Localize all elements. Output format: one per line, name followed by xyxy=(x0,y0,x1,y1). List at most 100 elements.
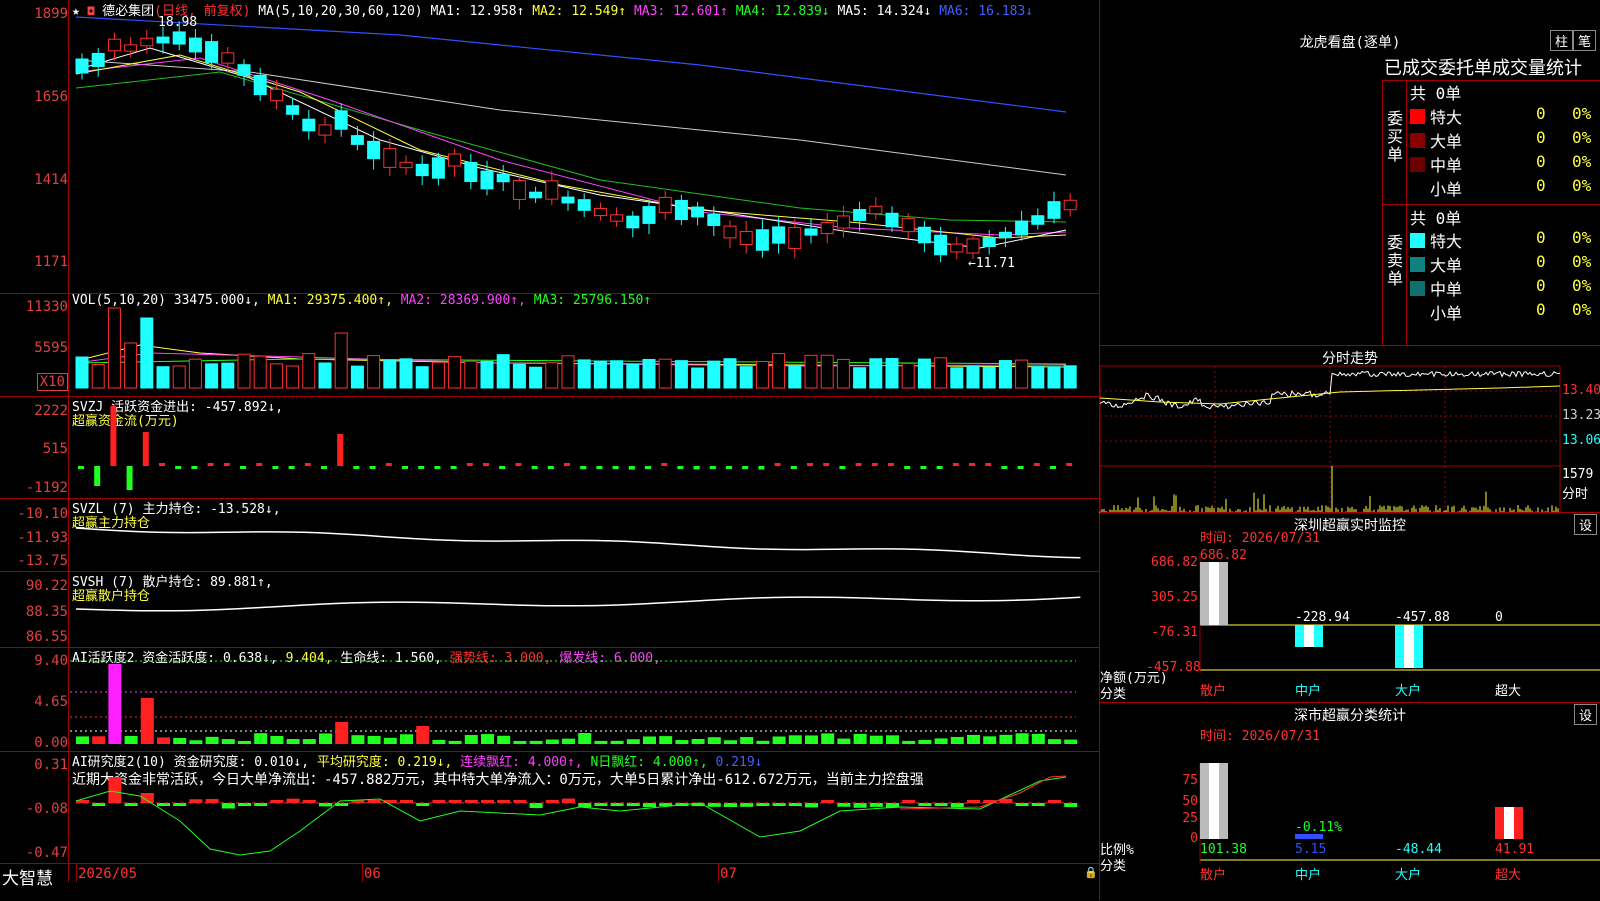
ai-activity-panel[interactable]: 9.40 4.65 0.00 AI活跃度2 资金活跃度: 0.638↓, 9.4… xyxy=(0,647,1100,752)
activity-bar xyxy=(497,735,511,744)
price-panel[interactable]: 1899 1656 1414 1171 ★ ◘ 德必集团(日线, 前复权) MA… xyxy=(0,0,1100,294)
activity-bar xyxy=(610,740,624,744)
svsh-line[interactable] xyxy=(0,571,1100,647)
flow-bar xyxy=(904,466,911,469)
volume-bar xyxy=(286,365,300,389)
research-bar xyxy=(205,799,219,803)
volume-bar xyxy=(642,358,656,389)
candle-body xyxy=(172,31,186,45)
tick-view-button[interactable]: 笔 xyxy=(1573,30,1597,51)
candle-body xyxy=(512,180,526,200)
activity-bar xyxy=(756,740,770,744)
candle-body xyxy=(755,229,769,251)
flow-bar xyxy=(256,463,263,466)
candle-body xyxy=(496,173,510,183)
volume-bar xyxy=(318,362,332,389)
volume-bar xyxy=(610,360,624,389)
monitor-category: 超大 xyxy=(1495,684,1521,699)
flow-bar xyxy=(985,463,992,466)
volume-bar xyxy=(124,342,138,389)
research-bar xyxy=(319,803,332,807)
monitor-category: 中户 xyxy=(1295,683,1321,699)
candle-body xyxy=(917,226,931,244)
flow-bar xyxy=(418,466,425,469)
flow-bar xyxy=(596,466,603,469)
longhu-panel: 龙虎看盘(逐单) 柱笔 已成交委托单成交量统计 委买单 委卖单 共 0单 特大 0… xyxy=(1100,0,1600,345)
volume-bar xyxy=(172,365,186,389)
svzj-bars[interactable] xyxy=(0,396,1100,498)
flow-bar xyxy=(693,466,700,470)
date-label: 07 xyxy=(720,866,737,882)
candlestick-chart[interactable] xyxy=(0,0,1100,293)
volume-bar xyxy=(1047,366,1061,389)
monitor-bar-highlight xyxy=(1304,625,1314,647)
classify-value: -48.44 xyxy=(1395,842,1442,857)
bar-view-button[interactable]: 柱 xyxy=(1550,30,1574,51)
flow-bar xyxy=(547,466,554,469)
sell-total: 共 0单 xyxy=(1410,209,1462,228)
research-bar xyxy=(837,803,851,807)
classify-category: 散户 xyxy=(1200,867,1226,883)
flow-bar xyxy=(175,466,182,469)
volume-bar xyxy=(788,364,802,389)
candle-body xyxy=(820,221,834,235)
volume-bar xyxy=(820,354,834,389)
svzl-panel[interactable]: -10.10 -11.93 -13.75 SVZL (7) 主力持仓: -13.… xyxy=(0,498,1100,572)
candle-body xyxy=(448,153,462,167)
ai2-bars[interactable] xyxy=(0,751,1100,863)
volume-bar xyxy=(836,358,850,389)
svsh-panel[interactable]: 90.22 88.35 86.55 SVSH (7) 散户持仓: 89.881↑… xyxy=(0,571,1100,648)
ai1-bars[interactable] xyxy=(0,647,1100,751)
classify-value: 5.15 xyxy=(1295,842,1326,857)
order-pct: 0% xyxy=(1572,176,1592,195)
volume-bar xyxy=(545,362,559,389)
candle-body xyxy=(950,243,964,253)
high-marker: 18.98 xyxy=(158,15,198,30)
flow-bar xyxy=(1050,466,1056,469)
activity-bar xyxy=(691,738,705,744)
activity-bar xyxy=(707,737,721,744)
flow-bar xyxy=(580,466,587,470)
classify-value: 41.91 xyxy=(1495,842,1534,857)
activity-bar xyxy=(238,740,251,744)
buy-total: 共 0单 xyxy=(1410,84,1462,103)
lock-icon[interactable]: 🔒 xyxy=(1084,866,1098,879)
candle-body xyxy=(464,162,478,182)
candle-body xyxy=(269,88,283,102)
activity-bar xyxy=(578,733,592,744)
intraday-panel[interactable]: 分时走势 13.40 13.23 13.06 1579 分时 xyxy=(1099,345,1600,514)
svzj-panel[interactable]: 2222 515 -1192 SVZJ 活跃资金进出: -457.892↓, 超… xyxy=(0,396,1100,499)
flow-bar xyxy=(499,466,506,469)
flow-bar xyxy=(1066,463,1073,466)
candle-body xyxy=(1063,199,1077,211)
flow-bar xyxy=(758,466,765,470)
ai-research-panel[interactable]: 0.31 -0.08 -0.47 AI研究度2(10) 资金研究度: 0.010… xyxy=(0,751,1100,864)
activity-bar xyxy=(464,735,478,744)
date-label: 2026/05 xyxy=(78,866,138,882)
candle-body xyxy=(302,118,316,132)
monitor-chart[interactable]: 686.82 散户 -228.94 中户 -457.88 大户 0 超大 xyxy=(1100,513,1600,703)
activity-bar xyxy=(140,698,154,744)
volume-panel[interactable]: 11330 5595 X10 VOL(5,10,20) 33475.000↓, … xyxy=(0,293,1100,397)
activity-bar xyxy=(675,740,689,744)
intraday-chart[interactable] xyxy=(1099,346,1600,514)
volume-bars[interactable] xyxy=(0,293,1100,396)
monitor-bar-highlight xyxy=(1209,562,1219,625)
flow-bar xyxy=(207,463,214,466)
research-bar xyxy=(869,803,883,807)
volume-bar xyxy=(707,360,721,389)
svzl-line[interactable] xyxy=(0,498,1100,571)
color-swatch xyxy=(1410,281,1425,296)
volume-bar xyxy=(917,358,931,389)
classify-chart[interactable]: 101.38 散户 5.15 中户 -0.11% -48.44 大户 41.91 超大 xyxy=(1100,703,1600,901)
volume-bar xyxy=(415,366,429,389)
order-size-row: 中单 0 0% xyxy=(1406,276,1600,300)
volume-bar xyxy=(188,358,202,389)
ma5-line xyxy=(75,59,1067,176)
activity-bar xyxy=(950,736,964,744)
flow-bar xyxy=(94,466,101,486)
activity-bar xyxy=(788,735,802,744)
flow-bar xyxy=(304,463,311,466)
volume-bar xyxy=(91,364,105,389)
flow-bar xyxy=(564,463,570,466)
